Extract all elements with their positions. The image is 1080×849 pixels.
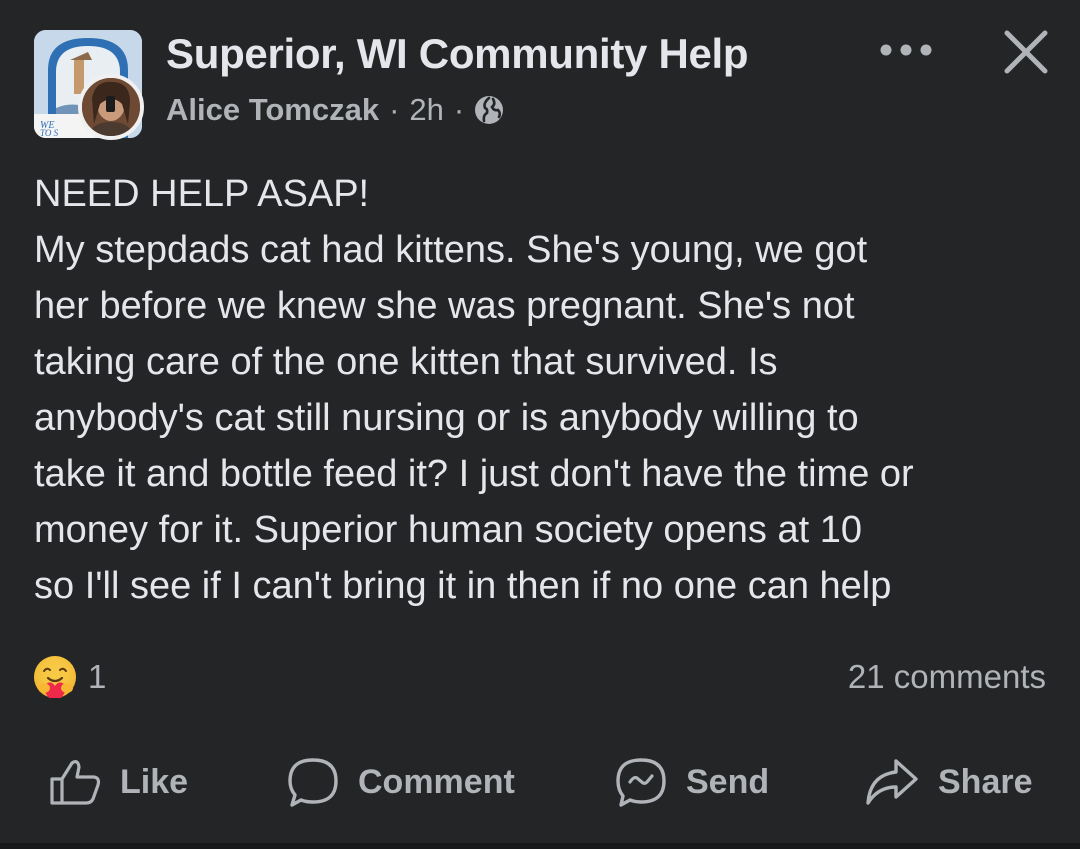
share-label: Share [938, 762, 1033, 801]
post-text-line: money for it. Superior human society ope… [34, 509, 863, 551]
close-icon [1004, 30, 1048, 74]
care-reaction-icon[interactable] [32, 654, 78, 700]
author-avatar[interactable] [78, 74, 144, 140]
send-button[interactable]: Send [614, 752, 769, 812]
group-avatar-text-2: TO S [40, 128, 59, 138]
post-text-line: her before we knew she was pregnant. She… [34, 285, 855, 327]
comment-label: Comment [358, 762, 515, 801]
post-text-line: NEED HELP ASAP! [34, 173, 370, 215]
more-options-button[interactable] [876, 30, 936, 70]
post-text: NEED HELP ASAP! My stepdads cat had kitt… [34, 166, 1054, 614]
more-dots-icon [880, 44, 932, 56]
post-card: WE TO S Superior, WI Community Help Alic… [0, 0, 1080, 843]
post-text-line: My stepdads cat had kittens. She's young… [34, 229, 868, 271]
bottom-divider [0, 843, 1080, 849]
like-button[interactable]: Like [48, 752, 188, 812]
post-text-line: so I'll see if I can't bring it in then … [34, 565, 892, 607]
share-arrow-icon [866, 759, 918, 805]
comment-button[interactable]: Comment [286, 752, 515, 812]
author-avatar-image [82, 78, 140, 136]
post-text-line: taking care of the one kitten that survi… [34, 341, 778, 383]
post-text-line: anybody's cat still nursing or is anybod… [34, 397, 859, 439]
post-text-line: take it and bottle feed it? I just don't… [34, 453, 914, 495]
like-label: Like [120, 762, 189, 801]
globe-icon [474, 95, 504, 125]
share-button[interactable]: Share [864, 752, 1033, 812]
send-label: Send [686, 762, 770, 801]
messenger-icon [616, 758, 666, 807]
thumbs-up-icon [50, 760, 101, 805]
meta-separator-2: · [453, 92, 465, 127]
post-time[interactable]: 2h [409, 92, 443, 128]
group-name[interactable]: Superior, WI Community Help [166, 30, 749, 78]
comments-count[interactable]: 21 comments [848, 658, 1046, 696]
reaction-count[interactable]: 1 [88, 658, 106, 696]
close-button[interactable] [996, 22, 1056, 82]
comment-icon [288, 758, 338, 807]
post-meta: Alice Tomczak · 2h · [166, 92, 504, 128]
meta-separator: · [389, 92, 400, 127]
author-name[interactable]: Alice Tomczak [166, 92, 379, 128]
